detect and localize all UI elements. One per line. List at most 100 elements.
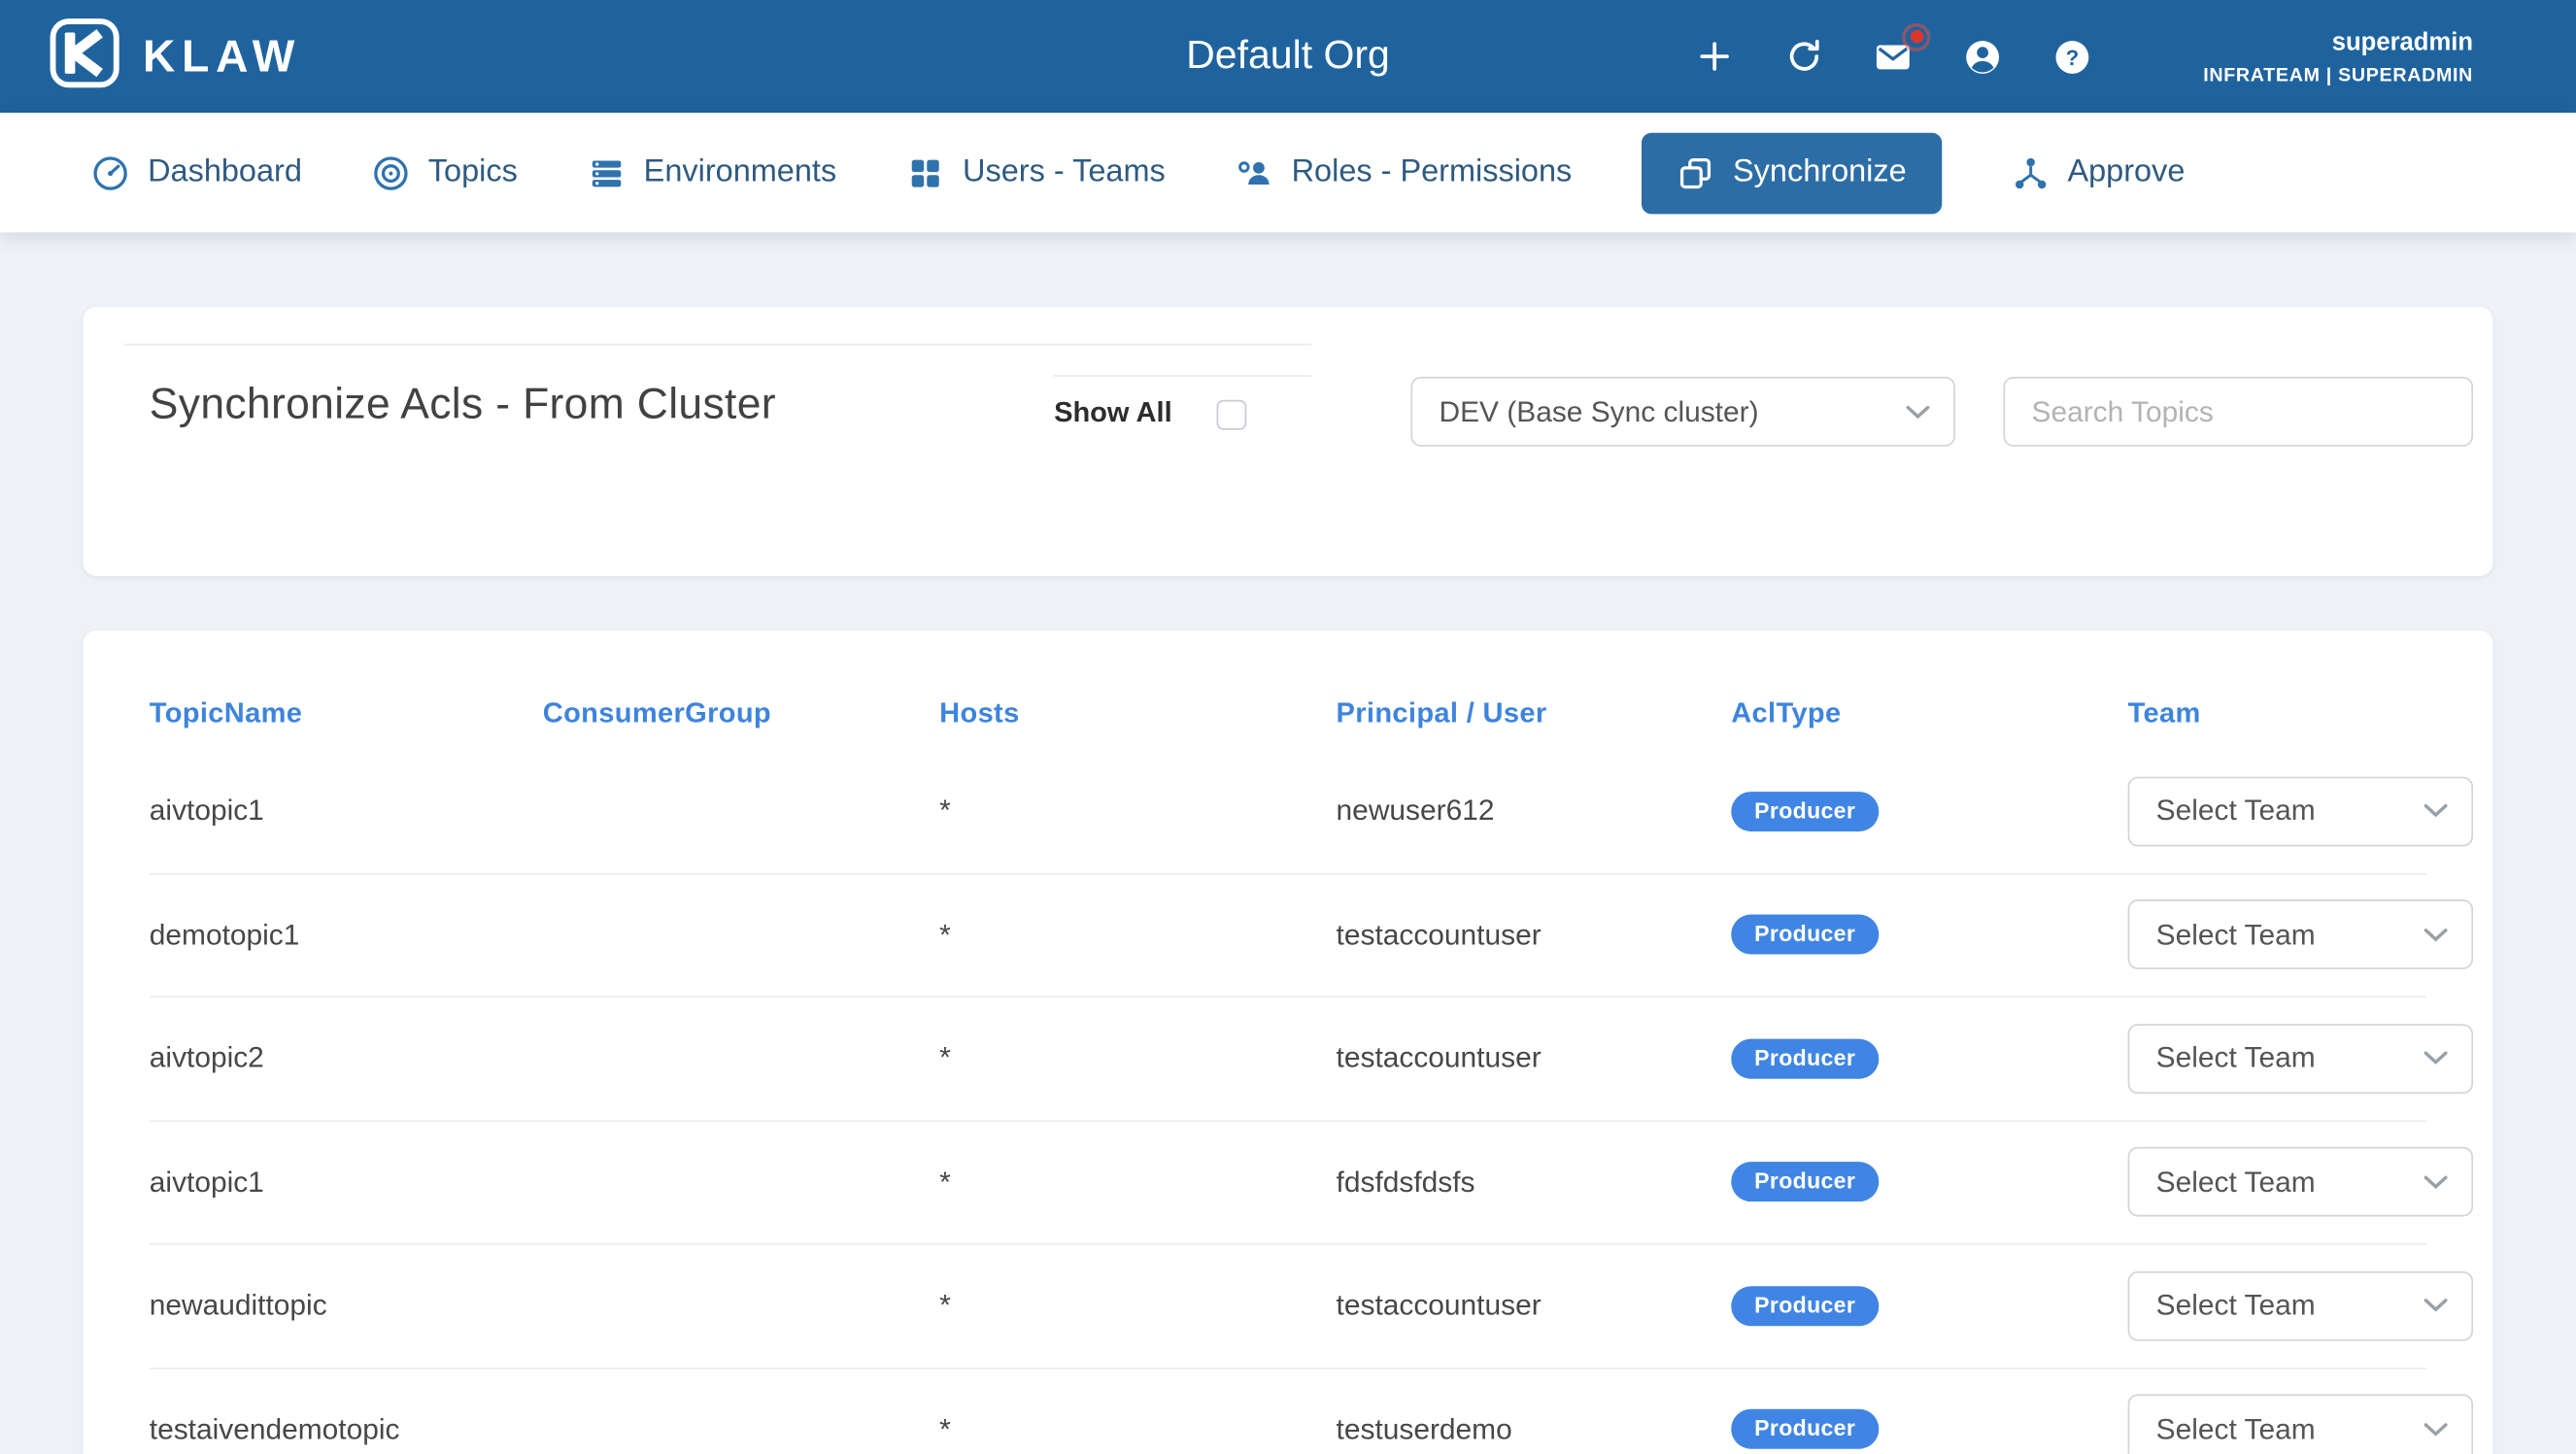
help-button[interactable]: ? [2051, 34, 2095, 79]
table-row: testaivendemotopic * testuserdemo Produc… [150, 1369, 2426, 1454]
cell-topic-name: aivtopic1 [150, 1165, 543, 1200]
sync-acls-filter-card: Synchronize Acls - From Cluster Show All… [83, 307, 2492, 576]
team-select[interactable]: Select Team [2128, 1147, 2473, 1217]
table-row: aivtopic1 * fdsfdsfdsfs Producer Select … [150, 1121, 2426, 1244]
account-icon [1962, 36, 2004, 78]
refresh-icon [1784, 37, 1824, 77]
nav-item-roles-permissions[interactable]: Roles - Permissions [1236, 153, 1573, 191]
cell-team: Select Team [2128, 900, 2473, 970]
cell-hosts: * [939, 1412, 1336, 1447]
cell-hosts: * [939, 918, 1336, 953]
cell-hosts: * [939, 1165, 1336, 1200]
cell-acl-type: Producer [1731, 792, 2127, 831]
account-button[interactable] [1961, 34, 2006, 79]
nav-label: Synchronize [1733, 154, 1907, 191]
cluster-select[interactable]: DEV (Base Sync cluster) [1410, 377, 1954, 447]
column-header-team: Team [2128, 697, 2427, 730]
notifications-button[interactable] [1871, 34, 1915, 79]
nav-label: Dashboard [148, 154, 302, 191]
environments-icon [588, 153, 626, 191]
chevron-down-icon [2423, 803, 2449, 818]
chevron-down-icon [2423, 1174, 2449, 1189]
table-row: demotopic1 * testaccountuser Producer Se… [150, 874, 2426, 998]
cell-acl-type: Producer [1731, 915, 2127, 955]
table-row: aivtopic2 * testaccountuser Producer Sel… [150, 998, 2426, 1121]
column-header-consumer-group: ConsumerGroup [543, 697, 939, 730]
cell-topic-name: newaudittopic [150, 1288, 543, 1323]
cell-principal: newuser612 [1337, 794, 1732, 828]
chevron-down-icon [2423, 1051, 2449, 1065]
acls-table-card: TopicName ConsumerGroup Hosts Principal … [83, 630, 2492, 1454]
nav-label: Approve [2067, 154, 2185, 191]
team-select[interactable]: Select Team [2128, 776, 2473, 846]
refresh-button[interactable] [1781, 34, 1826, 79]
approve-icon [2011, 153, 2049, 191]
cell-team: Select Team [2128, 1147, 2473, 1217]
column-header-principal-user: Principal / User [1337, 697, 1732, 730]
user-info[interactable]: superadmin INFRATEAM | SUPERADMIN [2203, 27, 2473, 85]
cell-team: Select Team [2128, 1024, 2473, 1094]
nav-label: Users - Teams [963, 154, 1166, 191]
main-nav: Dashboard Topics Environments [0, 113, 2576, 232]
acl-type-badge: Producer [1731, 792, 1879, 831]
dashboard-icon [91, 153, 129, 191]
chevron-down-icon [2423, 928, 2449, 942]
table-body: aivtopic1 * newuser612 Producer Select T… [150, 750, 2426, 1454]
topbar-actions: ? superadmin INFRATEAM | SUPERADMIN [1692, 27, 2473, 85]
cell-principal: testaccountuser [1337, 1041, 1732, 1076]
team-select[interactable]: Select Team [2128, 900, 2473, 970]
team-select[interactable]: Select Team [2128, 1270, 2473, 1340]
show-all-label: Show All [1054, 393, 1172, 433]
topbar: KLAW Default Org [0, 0, 2576, 113]
team-select-value: Select Team [2156, 1288, 2316, 1323]
synchronize-icon [1677, 153, 1714, 191]
column-header-hosts: Hosts [939, 697, 1336, 730]
cell-team: Select Team [2128, 776, 2473, 846]
divider [124, 344, 1311, 346]
column-header-topic-name: TopicName [150, 697, 543, 730]
users-teams-icon [906, 153, 944, 191]
acl-type-badge: Producer [1731, 1038, 1879, 1078]
team-select[interactable]: Select Team [2128, 1395, 2473, 1454]
nav-item-users-teams[interactable]: Users - Teams [906, 153, 1166, 191]
chevron-down-icon [2423, 1299, 2449, 1313]
brand[interactable]: KLAW [50, 17, 301, 95]
acl-type-badge: Producer [1731, 915, 1879, 955]
klaw-logo-icon [50, 17, 119, 95]
table-header-row: TopicName ConsumerGroup Hosts Principal … [150, 647, 2426, 750]
cell-team: Select Team [2128, 1270, 2473, 1340]
cell-principal: fdsfdsfdsfs [1337, 1165, 1732, 1200]
cell-acl-type: Producer [1731, 1286, 2127, 1326]
chevron-down-icon [1906, 404, 1931, 419]
user-role: INFRATEAM | SUPERADMIN [2203, 65, 2473, 85]
cell-topic-name: testaivendemotopic [150, 1412, 543, 1447]
team-select[interactable]: Select Team [2128, 1024, 2473, 1094]
cell-topic-name: aivtopic2 [150, 1041, 543, 1076]
brand-name: KLAW [143, 31, 301, 83]
show-all-checkbox[interactable] [1217, 400, 1247, 430]
nav-item-approve[interactable]: Approve [2011, 153, 2185, 191]
team-select-value: Select Team [2156, 1412, 2316, 1447]
cell-hosts: * [939, 794, 1336, 828]
nav-label: Environments [644, 154, 837, 191]
acl-type-badge: Producer [1731, 1409, 1879, 1449]
nav-item-environments[interactable]: Environments [588, 153, 837, 191]
team-select-value: Select Team [2156, 918, 2316, 953]
team-select-value: Select Team [2156, 1041, 2316, 1076]
cell-hosts: * [939, 1041, 1336, 1076]
add-button[interactable] [1692, 34, 1737, 79]
search-topics-input[interactable] [2003, 377, 2473, 447]
nav-item-topics[interactable]: Topics [372, 153, 518, 191]
team-select-value: Select Team [2156, 794, 2316, 828]
acl-type-badge: Producer [1731, 1163, 1879, 1202]
plus-icon [1694, 37, 1734, 77]
help-icon: ? [2052, 36, 2094, 78]
cell-acl-type: Producer [1731, 1038, 2127, 1078]
nav-item-synchronize[interactable]: Synchronize [1642, 132, 1942, 214]
table-row: newaudittopic * testaccountuser Producer… [150, 1245, 2426, 1369]
cell-team: Select Team [2128, 1395, 2473, 1454]
nav-item-dashboard[interactable]: Dashboard [91, 153, 302, 191]
cell-principal: testaccountuser [1337, 918, 1732, 953]
roles-permissions-icon [1236, 153, 1273, 191]
username: superadmin [2203, 27, 2473, 55]
